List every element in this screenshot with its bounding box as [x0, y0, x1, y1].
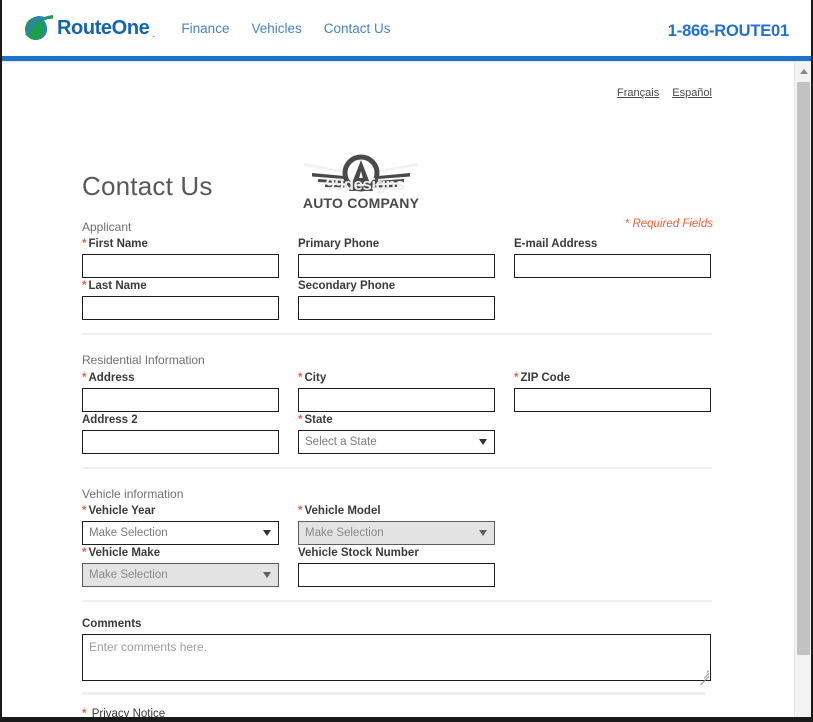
label-zip-code: * ZIP Code	[514, 372, 571, 384]
dealer-logo-name: AUTO COMPANY	[302, 195, 420, 211]
chevron-down-icon	[479, 439, 487, 445]
required-star: *	[82, 505, 87, 517]
required-star: *	[82, 280, 87, 292]
required-star: *	[82, 708, 87, 720]
browser-frame: RouteOne . Finance Vehicles Contact Us 1…	[0, 0, 813, 722]
vehicle-make-select-value: Make Selection	[89, 569, 168, 581]
field-vehicle-model: * Vehicle Model Make Selection	[298, 505, 495, 545]
chevron-up-icon	[799, 69, 808, 74]
vehicle-year-select[interactable]: Make Selection	[82, 521, 279, 545]
state-select-value: Select a State	[305, 436, 377, 448]
chevron-down-icon	[479, 530, 487, 536]
field-vehicle-make: * Vehicle Make Make Selection	[82, 547, 279, 587]
site-header: RouteOne . Finance Vehicles Contact Us 1…	[2, 0, 811, 56]
divider-vehicle	[82, 600, 712, 602]
page-scroll-area: Français Español Contact Us 99designs AU…	[2, 63, 811, 717]
section-label-vehicle: Vehicle information	[82, 487, 184, 501]
brand-dot: .	[152, 28, 156, 40]
comments-placeholder: Enter comments here.	[89, 640, 208, 654]
nav-item-contact-us[interactable]: Contact Us	[324, 21, 391, 36]
routeone-swoosh-icon	[24, 14, 54, 42]
required-star: *	[82, 372, 87, 384]
state-select[interactable]: Select a State	[298, 430, 495, 454]
privacy-notice-link[interactable]: Privacy Notice	[92, 708, 166, 717]
brand-name: RouteOne	[57, 17, 150, 39]
chevron-down-icon	[263, 572, 271, 578]
resize-handle-icon[interactable]	[699, 669, 710, 686]
nav-item-finance[interactable]: Finance	[181, 21, 229, 36]
label-vehicle-model: * Vehicle Model	[298, 505, 381, 517]
main-nav: Finance Vehicles Contact Us	[181, 21, 390, 36]
vertical-scrollbar[interactable]	[794, 63, 811, 717]
vehicle-stock-number-input[interactable]	[298, 563, 495, 587]
field-comments: Comments Enter comments here.	[82, 618, 711, 686]
label-vehicle-year: * Vehicle Year	[82, 505, 156, 517]
nav-item-vehicles[interactable]: Vehicles	[251, 21, 301, 36]
scroll-up-button[interactable]	[795, 63, 811, 80]
field-address: * Address	[82, 372, 279, 412]
required-star: *	[82, 238, 87, 250]
email-address-input[interactable]	[514, 254, 711, 278]
required-fields-note: * Required Fields	[624, 218, 713, 230]
section-label-residential: Residential Information	[82, 353, 205, 367]
field-email-address: E-mail Address	[514, 238, 711, 278]
contact-form-page: Français Español Contact Us 99designs AU…	[2, 63, 777, 717]
label-primary-phone: Primary Phone	[298, 238, 380, 250]
secondary-phone-input[interactable]	[298, 296, 495, 320]
field-address-2: Address 2	[82, 414, 279, 454]
label-vehicle-make: * Vehicle Make	[82, 547, 161, 559]
first-name-input[interactable]	[82, 254, 279, 278]
required-star: *	[298, 505, 303, 517]
header-phone-number[interactable]: 1-866-ROUTE01	[668, 22, 789, 41]
page-title: Contact Us	[82, 171, 213, 201]
label-city: * City	[298, 372, 327, 384]
routeone-logo[interactable]: RouteOne .	[24, 14, 155, 42]
field-zip-code: * ZIP Code	[514, 372, 711, 412]
label-email-address: E-mail Address	[514, 238, 598, 250]
dealer-logo-watermark: 99designs	[325, 175, 405, 194]
vehicle-year-select-value: Make Selection	[89, 527, 168, 539]
vehicle-make-select[interactable]: Make Selection	[82, 563, 279, 587]
last-name-input[interactable]	[82, 296, 279, 320]
chevron-down-icon	[263, 530, 271, 536]
section-label-applicant: Applicant	[82, 220, 132, 234]
label-address-2: Address 2	[82, 414, 138, 426]
label-vehicle-stock-number: Vehicle Stock Number	[298, 547, 419, 559]
field-city: * City	[298, 372, 495, 412]
vehicle-model-select[interactable]: Make Selection	[298, 521, 495, 545]
address-2-input[interactable]	[82, 430, 279, 454]
primary-phone-input[interactable]	[298, 254, 495, 278]
field-vehicle-year: * Vehicle Year Make Selection	[82, 505, 279, 545]
field-vehicle-stock-number: Vehicle Stock Number	[298, 547, 495, 587]
label-comments: Comments	[82, 618, 142, 630]
divider-applicant	[82, 333, 712, 335]
divider-residential	[82, 467, 712, 469]
field-secondary-phone: Secondary Phone	[298, 280, 495, 320]
required-star: *	[298, 414, 303, 426]
label-secondary-phone: Secondary Phone	[298, 280, 396, 292]
city-input[interactable]	[298, 388, 495, 412]
label-last-name: * Last Name	[82, 280, 147, 292]
field-primary-phone: Primary Phone	[298, 238, 495, 278]
label-state: * State	[298, 414, 333, 426]
field-first-name: * First Name	[82, 238, 279, 278]
privacy-notice-row: * Privacy Notice	[82, 708, 166, 720]
field-state: * State Select a State	[298, 414, 495, 454]
vehicle-model-select-value: Make Selection	[305, 527, 384, 539]
required-star: *	[298, 372, 303, 384]
language-link-french[interactable]: Français	[617, 87, 659, 99]
label-first-name: * First Name	[82, 238, 148, 250]
zip-code-input[interactable]	[514, 388, 711, 412]
language-link-spanish[interactable]: Español	[672, 87, 712, 99]
address-input[interactable]	[82, 388, 279, 412]
required-star: *	[82, 547, 87, 559]
divider-privacy	[82, 692, 705, 695]
required-star: *	[514, 372, 519, 384]
dealer-logo: 99designs AUTO COMPANY	[302, 153, 420, 215]
comments-textarea[interactable]: Enter comments here.	[82, 634, 711, 686]
scrollbar-thumb[interactable]	[797, 82, 810, 655]
label-address: * Address	[82, 372, 135, 384]
language-links: Français Español	[617, 87, 712, 99]
field-last-name: * Last Name	[82, 280, 279, 320]
